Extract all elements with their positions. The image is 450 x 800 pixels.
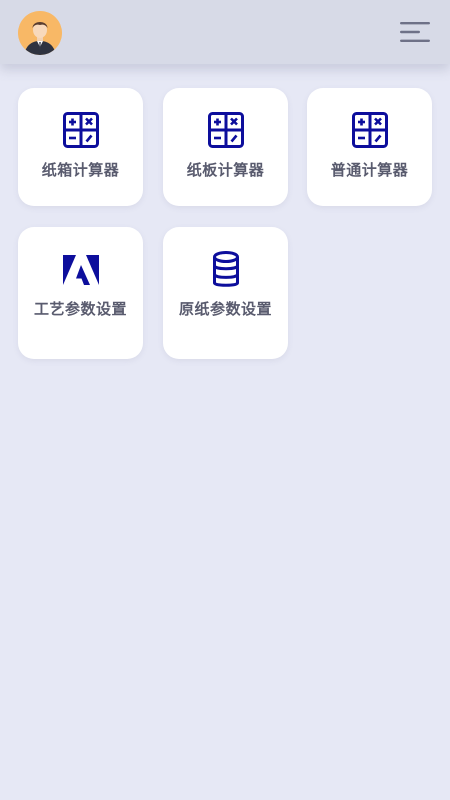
tile-label: 普通计算器: [330, 161, 409, 179]
menu-icon[interactable]: [400, 21, 430, 43]
tile-label: 纸箱计算器: [41, 161, 120, 179]
database-icon: [163, 251, 288, 291]
app-header: [0, 0, 450, 64]
carton-calculator-tile[interactable]: 纸箱计算器: [18, 88, 143, 206]
calculator-icon: [163, 112, 288, 152]
calculator-icon: [307, 112, 432, 152]
user-avatar-icon[interactable]: [18, 11, 62, 55]
tile-label: 纸板计算器: [186, 161, 265, 179]
board-calculator-tile[interactable]: 纸板计算器: [163, 88, 288, 206]
adobe-logo-icon: [18, 251, 143, 291]
general-calculator-tile[interactable]: 普通计算器: [307, 88, 432, 206]
tile-label: 原纸参数设置: [178, 300, 272, 318]
tile-label: 工艺参数设置: [33, 300, 127, 318]
calculator-icon: [18, 112, 143, 152]
process-params-tile[interactable]: 工艺参数设置: [18, 227, 143, 359]
paper-params-tile[interactable]: 原纸参数设置: [163, 227, 288, 359]
